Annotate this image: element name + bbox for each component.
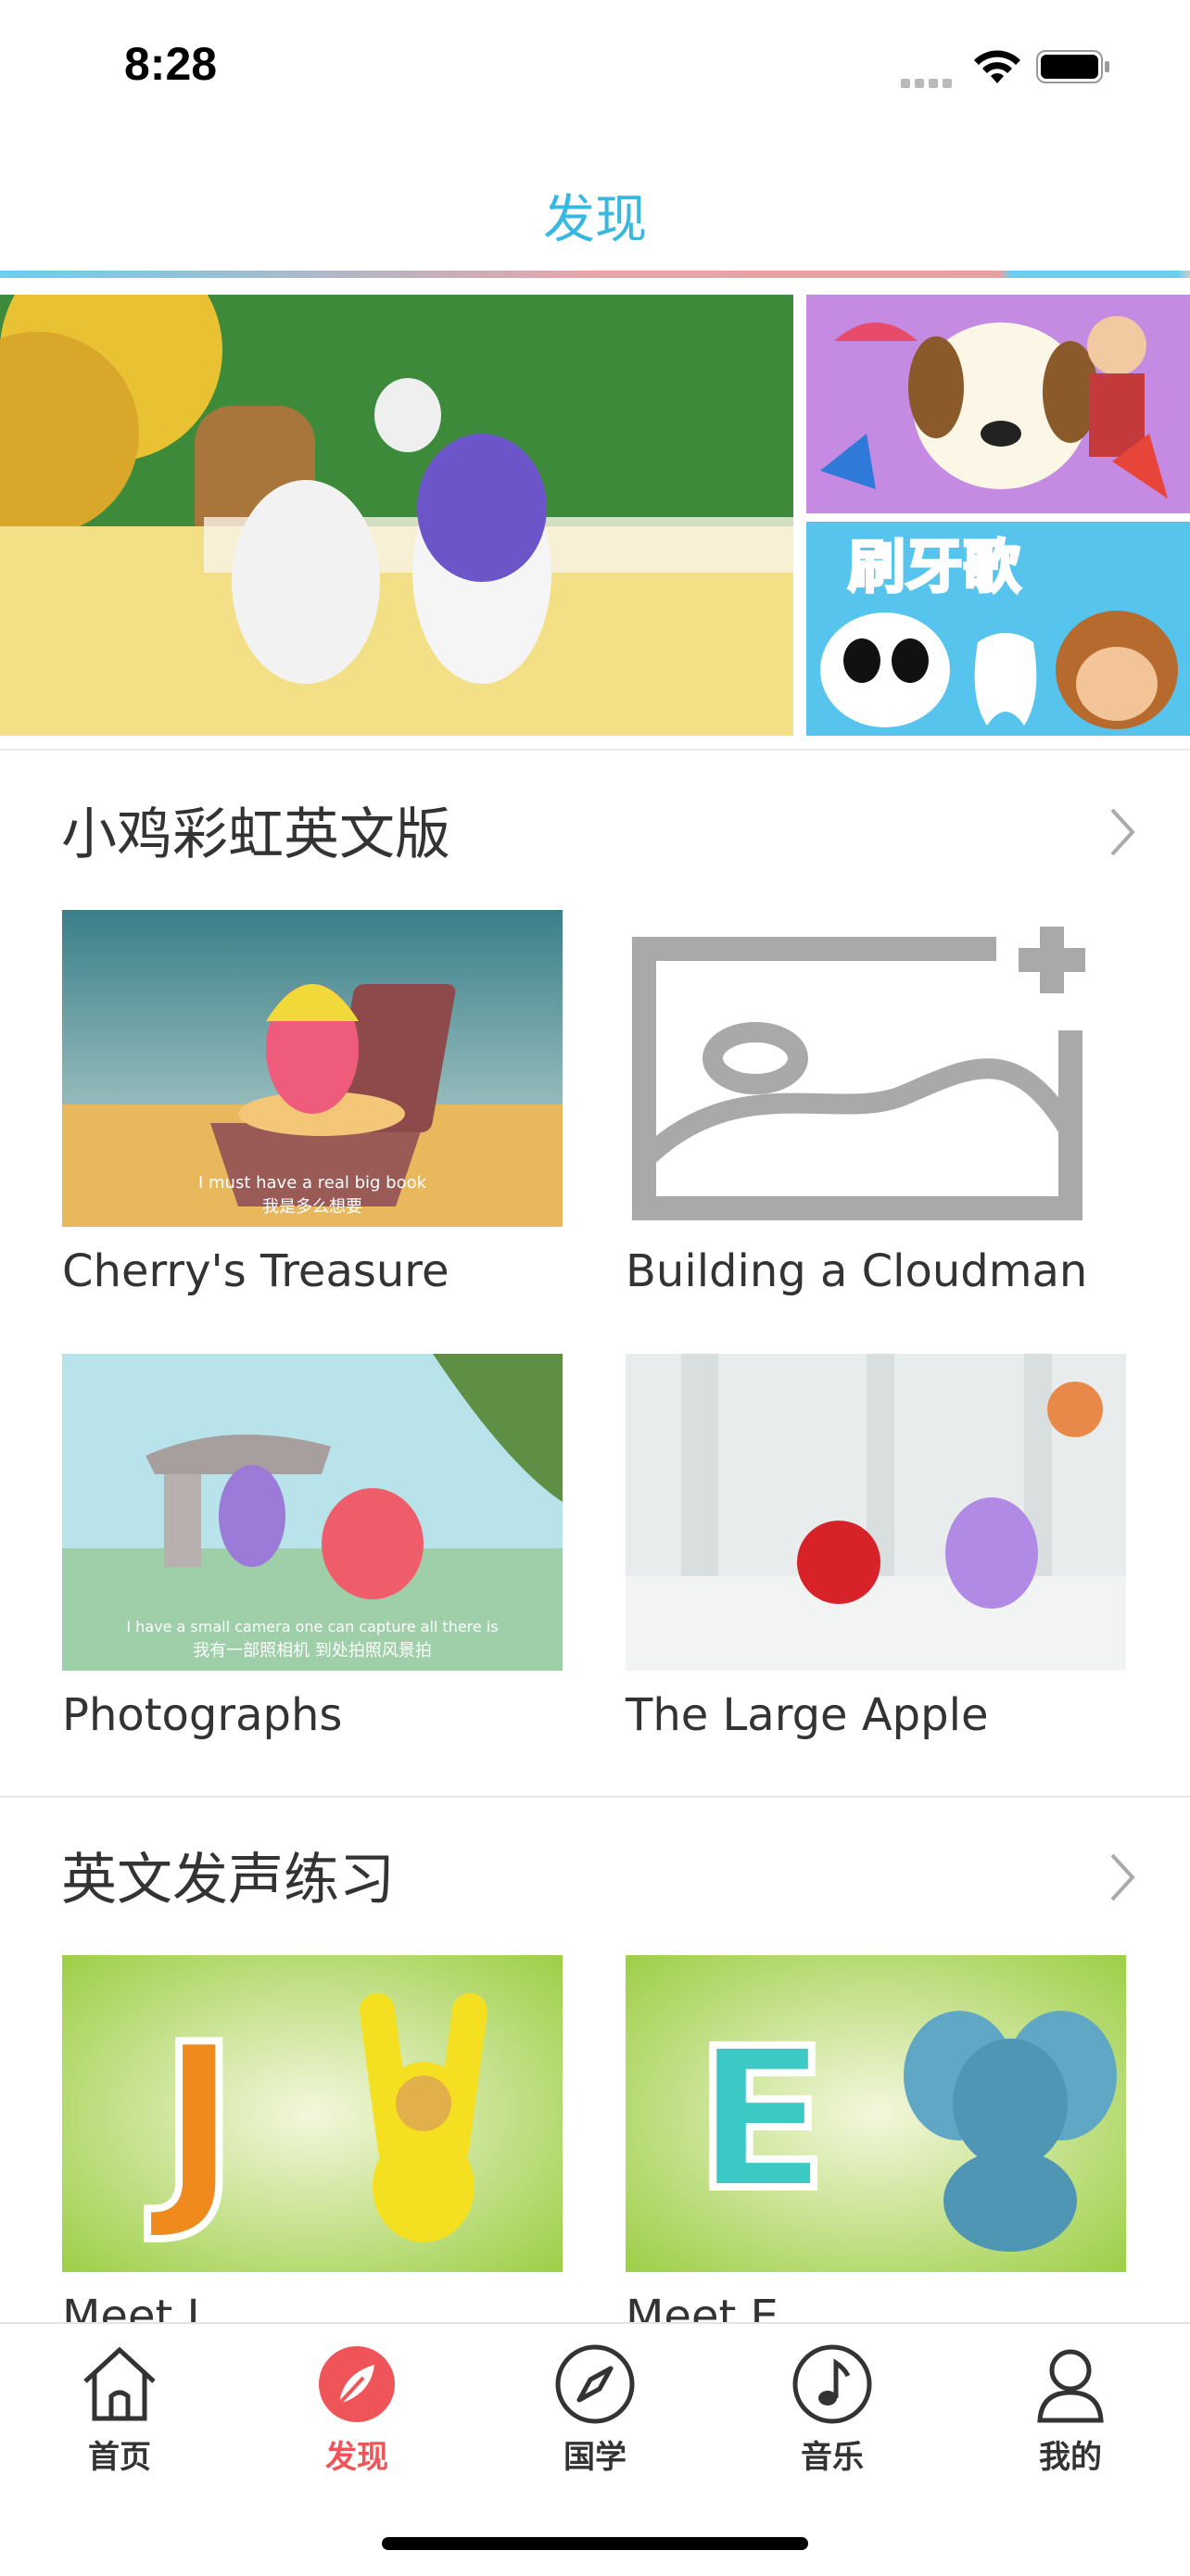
banner-text: 刷牙歌 — [848, 533, 1021, 600]
video-title: Cherry's Treasure — [62, 1245, 449, 1297]
section-divider — [0, 1796, 1190, 1798]
section-title-english-pronunciation: 英文发声练习 — [61, 1848, 395, 1913]
video-title: Building a Cloudman — [626, 1245, 1088, 1297]
video-card-the-large-apple[interactable]: The Large Apple — [626, 1354, 1126, 1741]
tab-label: 首页 — [88, 2439, 151, 2476]
video-title: Photographs — [62, 1689, 343, 1741]
video-thumbnail — [626, 1354, 1126, 1671]
letter-e: E — [695, 2006, 828, 2233]
nav-divider — [0, 271, 1190, 278]
tab-guoxue[interactable]: 国学 — [521, 2342, 669, 2477]
video-card-meet-j[interactable]: J Meet J — [62, 1955, 563, 2342]
section-title-rainbow-english: 小鸡彩虹英文版 — [61, 802, 450, 867]
video-thumbnail: J — [62, 1955, 563, 2272]
home-icon — [83, 2346, 156, 2421]
banner-carousel: 刷牙歌 — [0, 295, 1190, 736]
video-card-building-a-cloudman[interactable]: Building a Cloudman — [626, 910, 1126, 1297]
user-icon — [1037, 2349, 1104, 2423]
home-indicator — [382, 2537, 808, 2550]
banner-main-image[interactable] — [0, 295, 793, 736]
battery-icon — [1036, 50, 1109, 83]
tab-label: 国学 — [563, 2439, 627, 2476]
tab-discover[interactable]: 发现 — [283, 2342, 431, 2477]
video-thumbnail: I have a small camera one can capture al… — [62, 1354, 563, 1671]
wifi-icon — [974, 50, 1020, 83]
compass-leaf-icon — [319, 2346, 395, 2422]
chevron-right-icon[interactable] — [1108, 806, 1136, 858]
status-bar: 8:28 — [0, 0, 1190, 130]
tab-music[interactable]: 音乐 — [758, 2342, 906, 2477]
video-card-cherrys-treasure[interactable]: I must have a real big book 我是多么想要 Cherr… — [62, 910, 563, 1297]
tab-home[interactable]: 首页 — [45, 2342, 194, 2477]
video-thumbnail: I must have a real big book 我是多么想要 — [62, 910, 563, 1227]
music-note-icon — [792, 2344, 872, 2424]
video-card-meet-e[interactable]: E Meet E — [626, 1955, 1126, 2342]
cellular-signal-icon — [901, 74, 956, 88]
video-title: The Large Apple — [626, 1689, 989, 1741]
nav-bar: 发现 — [0, 130, 1190, 278]
video-thumbnail: E — [626, 1955, 1126, 2272]
subtitle-en: I have a small camera one can capture al… — [126, 1618, 498, 1635]
subtitle-zh: 我有一部照相机 到处拍照风景拍 — [193, 1641, 432, 1661]
banner-side-image-bottom[interactable]: 刷牙歌 — [806, 522, 1190, 736]
subtitle-en: I must have a real big book — [198, 1173, 427, 1193]
banner-side-image-top[interactable] — [806, 295, 1190, 513]
subtitle-zh: 我是多么想要 — [262, 1197, 362, 1217]
tab-label: 音乐 — [801, 2439, 864, 2476]
tab-mine[interactable]: 我的 — [996, 2342, 1145, 2477]
status-time: 8:28 — [124, 38, 218, 90]
letter-j: J — [147, 2000, 239, 2247]
chevron-right-icon[interactable] — [1108, 1851, 1136, 1903]
tab-label: 我的 — [1039, 2439, 1102, 2476]
section-divider — [0, 749, 1190, 751]
compass-icon — [555, 2344, 635, 2424]
page-title: 发现 — [543, 190, 647, 250]
image-placeholder-icon — [626, 910, 1126, 1227]
video-card-photographs[interactable]: I have a small camera one can capture al… — [62, 1354, 563, 1741]
tab-label: 发现 — [325, 2439, 388, 2476]
